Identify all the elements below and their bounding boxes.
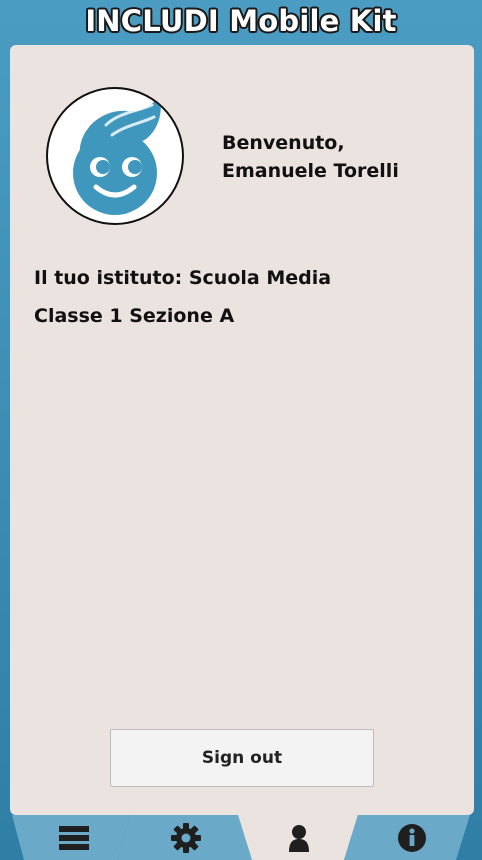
child-face-icon xyxy=(73,95,161,215)
menu-icon xyxy=(59,825,89,850)
user-icon xyxy=(289,824,309,852)
tab-bar xyxy=(0,815,482,860)
app-title: INCLUDI Mobile Kit xyxy=(85,4,397,38)
welcome-text: Benvenuto, Emanuele Torelli xyxy=(222,129,399,185)
tab-info[interactable] xyxy=(360,815,464,860)
school-info: Il tuo istituto: Scuola Media xyxy=(34,267,332,289)
class-info: Classe 1 Sezione A xyxy=(34,305,235,327)
tab-profile[interactable] xyxy=(250,815,348,860)
gear-icon xyxy=(171,822,201,853)
tab-menu[interactable] xyxy=(24,815,124,860)
sign-out-button[interactable]: Sign out xyxy=(110,729,374,787)
profile-panel: Benvenuto, Emanuele Torelli Il tuo istit… xyxy=(10,45,474,815)
user-name: Emanuele Torelli xyxy=(222,160,399,182)
info-icon xyxy=(398,823,426,852)
greeting-line: Benvenuto, xyxy=(222,132,345,154)
avatar xyxy=(46,87,184,225)
tab-settings[interactable] xyxy=(132,815,240,860)
